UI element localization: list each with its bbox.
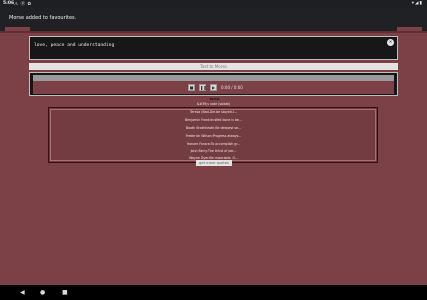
home-icon[interactable]: ● [40, 289, 45, 296]
toast: Morse added to favourites. [0, 8, 427, 27]
clear-icon[interactable]: ✕ [387, 39, 394, 46]
system-status-icons: ▾◢▮ [411, 1, 423, 6]
app-top-edge [0, 31, 427, 33]
quote-item[interactable]: John Berry:The thirst of per... [0, 149, 427, 153]
text-to-morse-button[interactable]: Text to Morse [29, 63, 398, 70]
app-content: love, peace and understanding ✕ Text to … [0, 31, 427, 285]
play-icon[interactable]: ▶ [210, 84, 217, 91]
quote-item[interactable]: &#39;s note (saikat) [0, 102, 427, 106]
player-counter: 0:00 / 0:00 [221, 85, 243, 90]
text-input-value[interactable]: love, peace and understanding [34, 43, 114, 48]
get-more-quotes-button[interactable]: get more quotes [196, 160, 232, 166]
player-controls: ■ ❚❚ ▶ 0:00 / 0:00 [33, 81, 394, 94]
text-input[interactable]: love, peace and understanding ✕ [29, 36, 398, 60]
player-label: beep [209, 97, 220, 101]
quote-item[interactable]: Teresa (Bad-Die.be stayed-I... [0, 110, 427, 114]
system-nav-bar: ◀ ● ■ [0, 285, 427, 300]
quote-item[interactable]: Frederick Wilson:Progress always... [0, 134, 427, 138]
recents-icon[interactable]: ■ [62, 289, 68, 296]
audio-player: ■ ❚❚ ▶ 0:00 / 0:00 beep [29, 72, 398, 101]
status-bar: 5:06 ⚠ ⓟ ✿ ▾◢▮ [0, 0, 427, 8]
back-icon[interactable]: ◀ [20, 289, 25, 296]
notification-icons: ⚠ ⓟ ✿ [14, 2, 32, 7]
pause-icon[interactable]: ❚❚ [199, 84, 207, 91]
toast-message: Morse added to favourites. [9, 15, 77, 21]
stop-icon[interactable]: ■ [188, 84, 195, 91]
quote-item[interactable]: Benjamin Franklin:Well done is be... [0, 118, 427, 122]
quote-item[interactable]: Honore Faraca:To accomplish gr... [0, 142, 427, 146]
status-time: 5:06 [3, 1, 15, 6]
quote-item[interactable]: Booth Brathheath:Be deepest se... [0, 126, 427, 130]
